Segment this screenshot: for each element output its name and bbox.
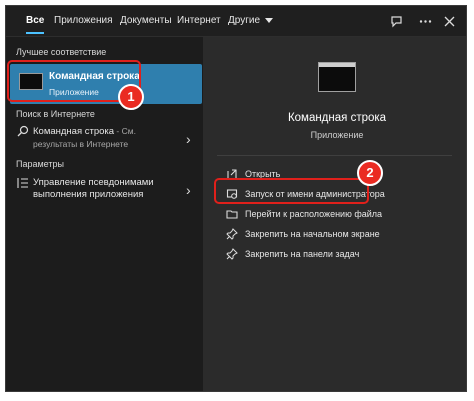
annotation-highlight-run-as-admin: [214, 178, 369, 204]
pin-icon: [225, 248, 238, 264]
action-pin-taskbar-label: Закрепить на панели задач: [245, 249, 360, 259]
settings-item-line2: выполнения приложения: [33, 189, 144, 200]
tab-apps[interactable]: Приложения: [54, 6, 113, 36]
tab-more[interactable]: Другие: [228, 6, 274, 36]
preview-app-subtitle: Приложение: [310, 130, 364, 140]
preview-app-title: Командная строка: [287, 112, 387, 124]
web-search-query: Командная строка: [33, 126, 115, 137]
web-search-suffix: - См.: [114, 126, 136, 136]
chevron-right-icon[interactable]: ›: [186, 183, 191, 197]
web-search-line2: результаты в Интернете: [33, 139, 129, 149]
more-icon[interactable]: [419, 15, 432, 28]
feedback-icon[interactable]: [390, 15, 403, 28]
tab-more-label: Другие: [228, 15, 261, 26]
action-pin-start-label: Закрепить на начальном экране: [245, 229, 380, 239]
settings-item-text: Управление псевдонимами выполнения прило…: [33, 177, 183, 201]
preview-pane: Командная строка Приложение Открыть Запу…: [203, 37, 466, 391]
search-icon: [17, 125, 29, 140]
search-tabs-bar: Все Приложения Документы Интернет Другие: [6, 6, 466, 37]
annotation-step-2: 2: [357, 160, 383, 186]
settings-header: Параметры: [16, 159, 64, 169]
settings-item-line1: Управление псевдонимами: [33, 177, 154, 188]
action-pin-start[interactable]: Закрепить на начальном экране: [225, 227, 465, 243]
web-search-header: Поиск в Интернете: [16, 109, 95, 119]
tab-documents[interactable]: Документы: [120, 6, 172, 36]
pin-icon: [225, 228, 238, 244]
folder-icon: [225, 208, 238, 224]
close-icon[interactable]: [443, 15, 456, 28]
list-settings-icon: [17, 177, 29, 192]
annotation-step-1: 1: [118, 84, 144, 110]
action-open-file-location[interactable]: Перейти к расположению файла: [225, 207, 465, 223]
chevron-right-icon[interactable]: ›: [186, 132, 191, 146]
command-prompt-large-icon: [318, 62, 356, 92]
web-search-text: Командная строка - См. результаты в Инте…: [33, 125, 183, 151]
action-pin-taskbar[interactable]: Закрепить на панели задач: [225, 247, 465, 263]
action-open-file-location-label: Перейти к расположению файла: [245, 209, 383, 219]
tab-internet[interactable]: Интернет: [177, 6, 221, 36]
best-match-header: Лучшее соответствие: [16, 47, 107, 57]
chevron-down-icon: [265, 17, 274, 23]
tab-all[interactable]: Все: [26, 6, 45, 36]
divider: [217, 155, 452, 156]
